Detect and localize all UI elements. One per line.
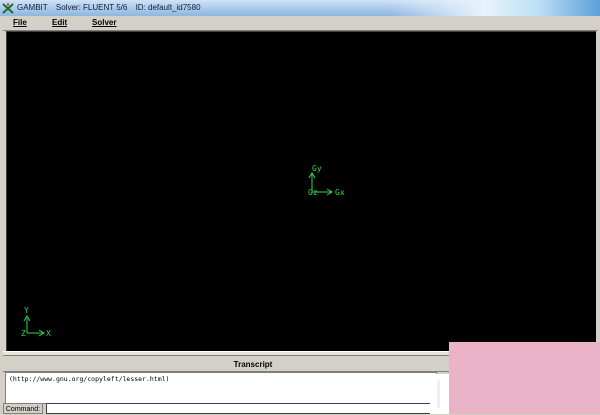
- x-label: X: [46, 329, 51, 338]
- desktop-background: [390, 0, 600, 16]
- local-axes-triad: Y X Z: [21, 306, 51, 338]
- transcript-line: (http://www.gnu.org/copyleft/lesser.html…: [9, 375, 170, 383]
- graphics-canvas[interactable]: Gy Gx Gz Y X Z: [7, 32, 596, 351]
- window-title: GAMBIT Solver: FLUENT 5/6 ID: default_id…: [17, 1, 207, 15]
- menu-edit[interactable]: Edit: [52, 18, 67, 27]
- pink-overlay: [449, 342, 600, 414]
- title-bar: GAMBIT Solver: FLUENT 5/6 ID: default_id…: [0, 0, 600, 16]
- y-label: Y: [24, 306, 29, 315]
- transcript-pane[interactable]: (http://www.gnu.org/copyleft/lesser.html…: [5, 372, 437, 404]
- menu-solver[interactable]: Solver: [92, 18, 116, 27]
- gz-label: Gz: [308, 188, 318, 197]
- gx-label: Gx: [335, 188, 345, 197]
- menu-bar: File Edit Solver: [3, 17, 598, 31]
- gambit-app-icon[interactable]: [2, 2, 14, 14]
- transcript-title: Transcript: [233, 360, 273, 369]
- menu-file[interactable]: File: [13, 18, 27, 27]
- app-name: GAMBIT: [17, 3, 48, 12]
- command-input[interactable]: [46, 403, 441, 414]
- solver-label: Solver: FLUENT 5/6: [55, 3, 128, 12]
- gy-label: Gy: [312, 164, 322, 173]
- command-label: Command:: [3, 403, 43, 414]
- session-id: ID: default_id7580: [135, 3, 201, 12]
- graphics-window[interactable]: Gy Gx Gz Y X Z: [6, 31, 596, 351]
- z-label: Z: [21, 329, 26, 338]
- global-axes-triad: Gy Gx Gz: [308, 164, 345, 197]
